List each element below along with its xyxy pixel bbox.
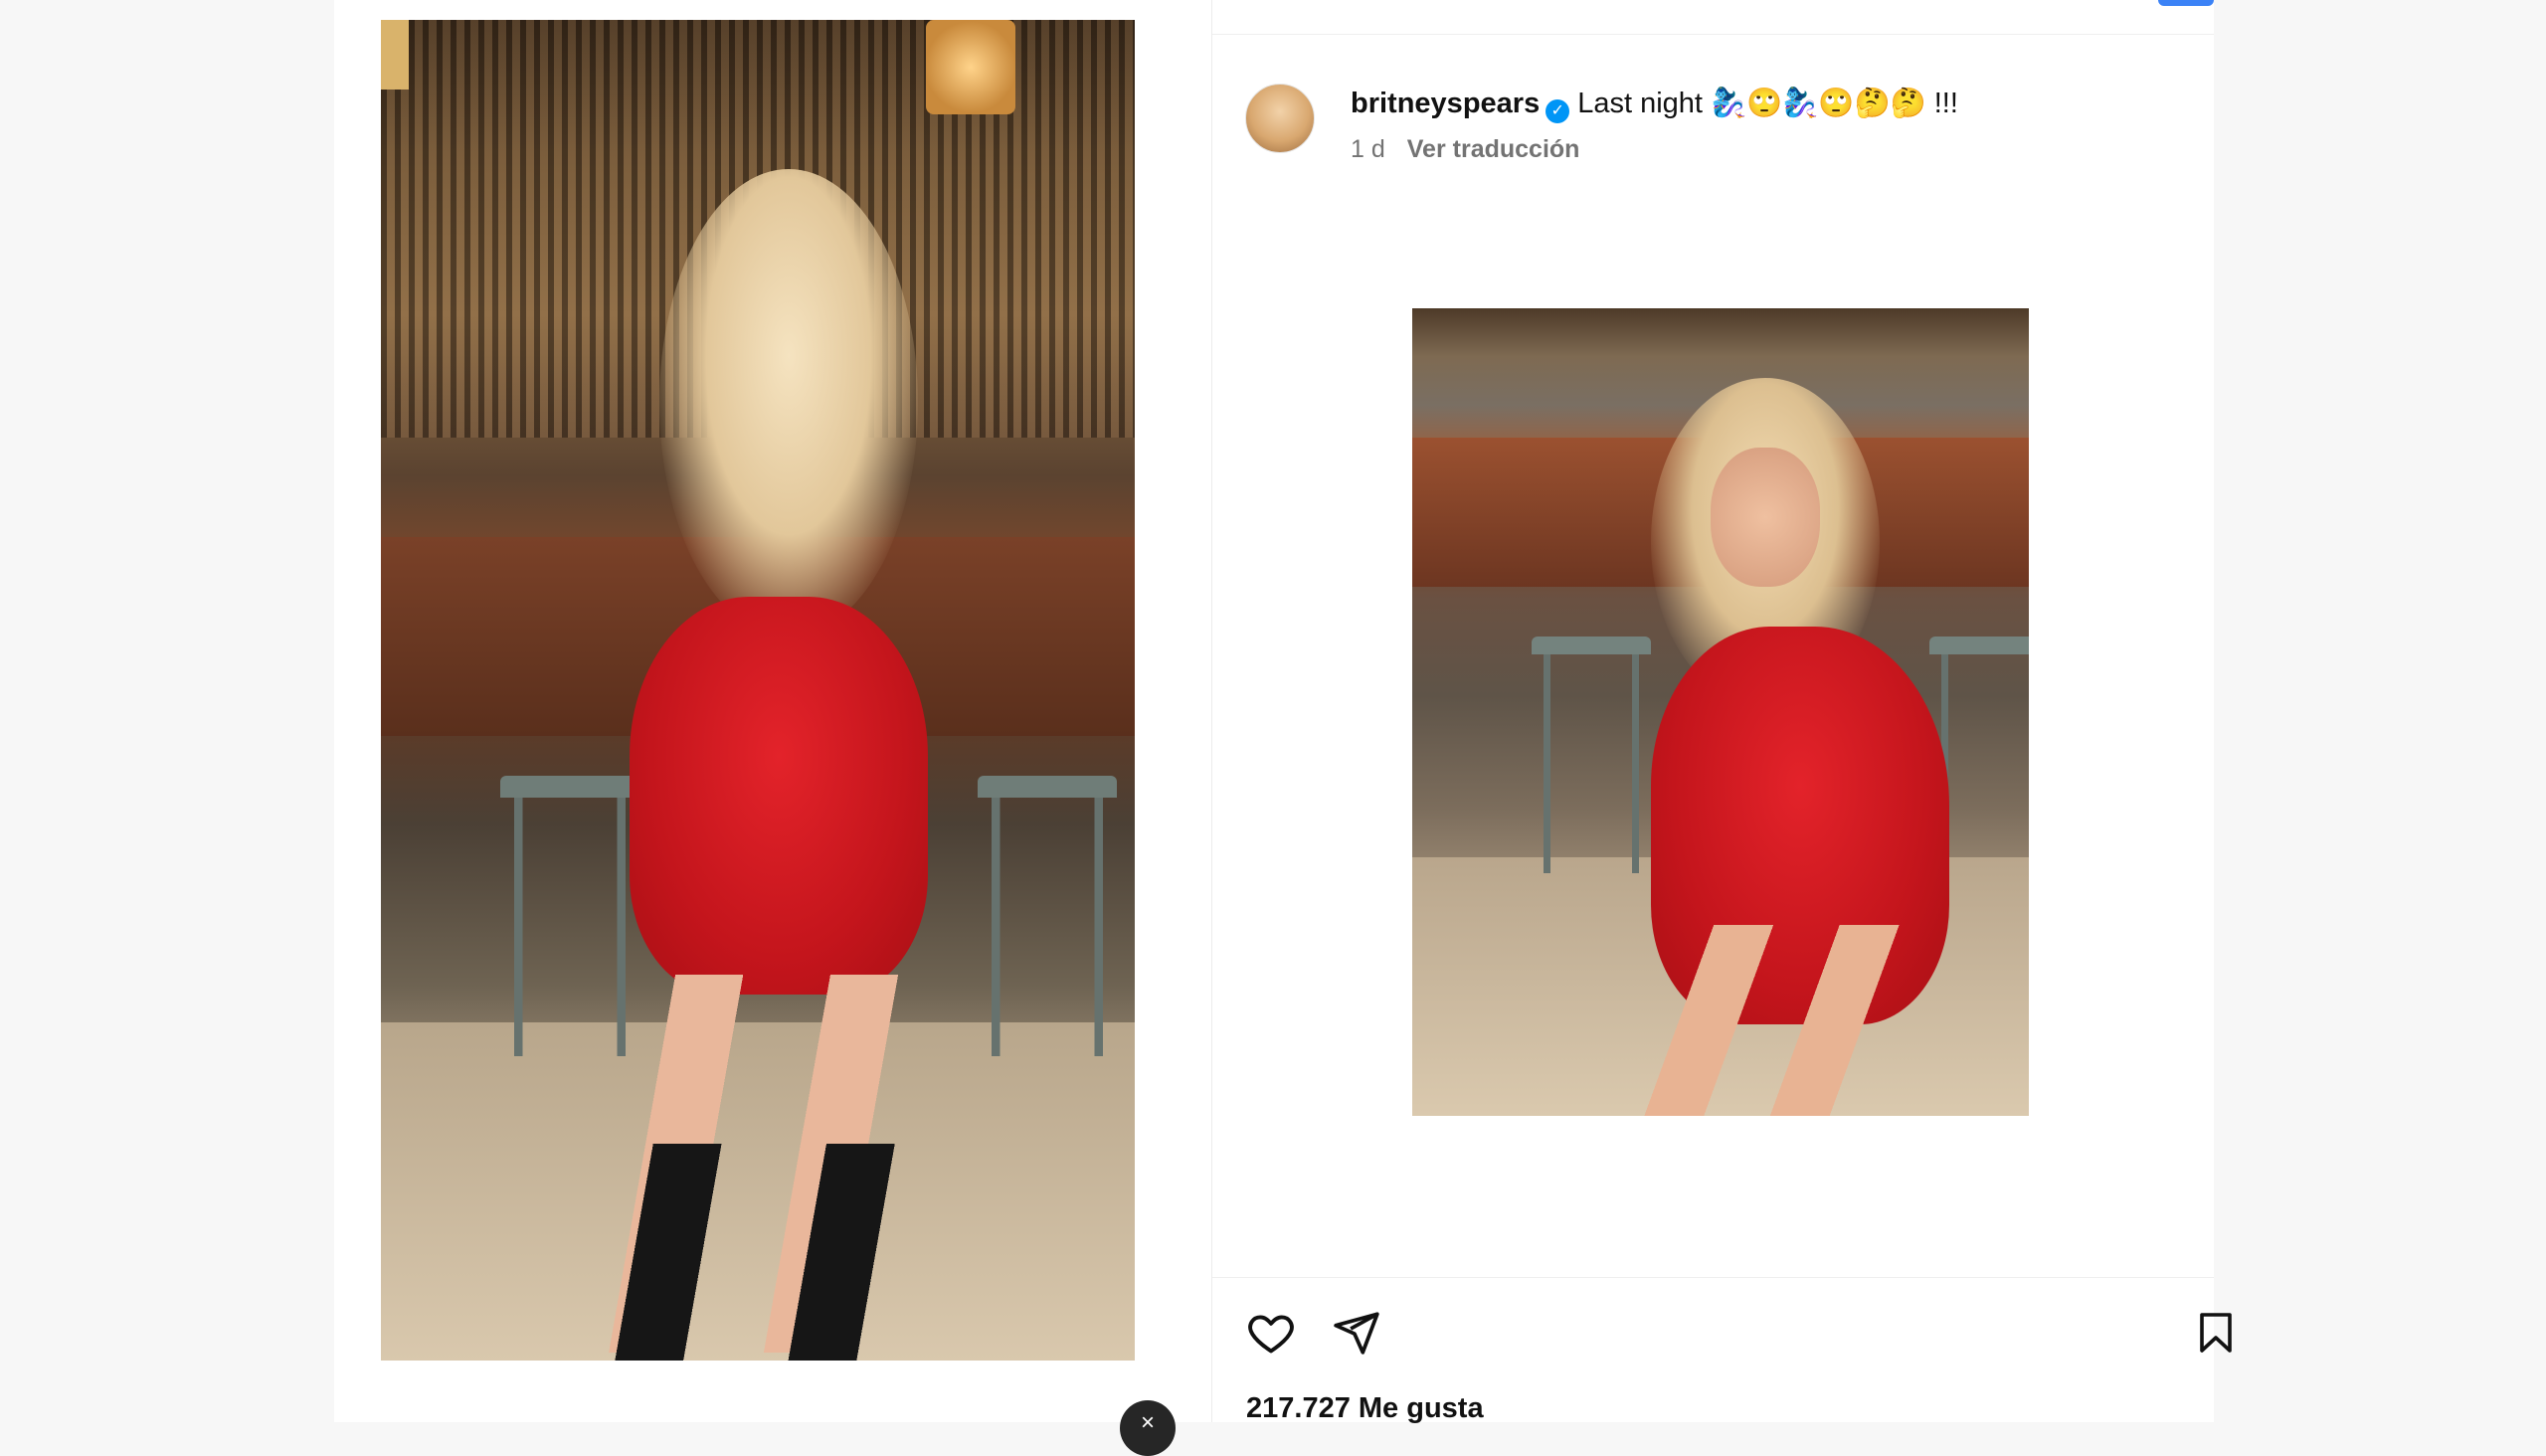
lamp-right bbox=[926, 20, 1015, 114]
hair bbox=[659, 169, 918, 637]
share-button[interactable] bbox=[1329, 1305, 1384, 1361]
lamp-left bbox=[381, 20, 409, 90]
black-boots bbox=[530, 1144, 948, 1361]
red-dress bbox=[630, 597, 928, 995]
header-divider bbox=[1212, 34, 2214, 35]
bar-stool bbox=[1532, 637, 1651, 873]
post-caption: britneyspears ✓ Last night 🧞‍♀️🙄🧞‍♀️🙄🤔🤔 !!… bbox=[1351, 84, 1958, 123]
heart-icon bbox=[1248, 1315, 1294, 1354]
username-link[interactable]: britneyspears bbox=[1351, 88, 1540, 119]
verified-badge-icon: ✓ bbox=[1546, 99, 1570, 123]
paper-plane-icon bbox=[1334, 1312, 1379, 1355]
avatar[interactable] bbox=[1245, 84, 1315, 153]
column-divider bbox=[1211, 0, 1212, 1422]
like-button[interactable] bbox=[1243, 1305, 1299, 1361]
face bbox=[1711, 448, 1820, 587]
caption-text: Last night 🧞‍♀️🙄🧞‍♀️🙄🤔🤔 !!! bbox=[1577, 88, 1958, 119]
right-video-media[interactable] bbox=[1412, 308, 2029, 1116]
legs bbox=[1641, 925, 1900, 1116]
follow-button-edge[interactable] bbox=[2158, 0, 2214, 6]
actions-divider bbox=[1212, 1277, 2214, 1278]
likes-count[interactable]: 217.727 Me gusta bbox=[1246, 1392, 1484, 1425]
bookmark-icon bbox=[2200, 1313, 2232, 1353]
post-meta: 1 d Ver traducción bbox=[1351, 135, 1579, 164]
close-icon[interactable]: × bbox=[1120, 1400, 1176, 1456]
left-video-media[interactable] bbox=[381, 20, 1135, 1361]
save-button[interactable] bbox=[2188, 1305, 2244, 1361]
bar-stool bbox=[978, 776, 1117, 1056]
see-translation-link[interactable]: Ver traducción bbox=[1407, 135, 1580, 163]
post-time: 1 d bbox=[1351, 135, 1385, 163]
